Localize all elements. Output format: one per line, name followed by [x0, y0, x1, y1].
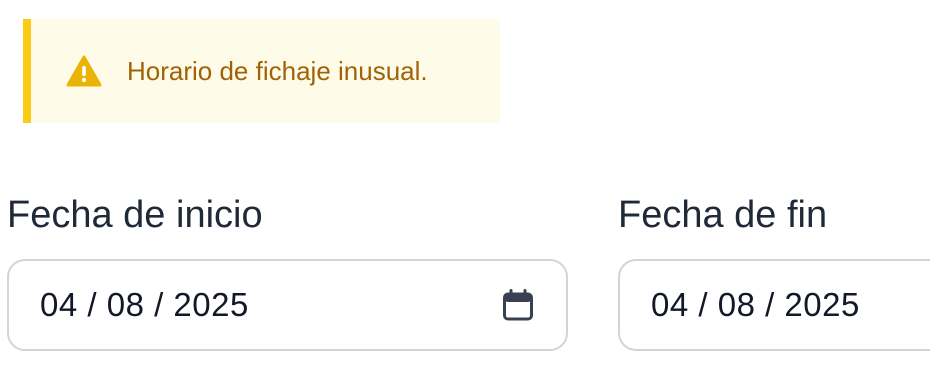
- start-date-label: Fecha de inicio: [7, 194, 263, 236]
- end-date-input[interactable]: 04 / 08 / 2025: [618, 259, 930, 351]
- start-date-value: 04 / 08 / 2025: [40, 286, 249, 323]
- end-date-value: 04 / 08 / 2025: [651, 286, 860, 323]
- warning-triangle-icon: [66, 55, 102, 87]
- unusual-clock-in-warning: Horario de fichaje inusual.: [23, 19, 500, 123]
- calendar-icon[interactable]: [501, 288, 535, 322]
- warning-message: Horario de fichaje inusual.: [127, 56, 428, 86]
- end-date-label: Fecha de fin: [618, 194, 828, 236]
- warning-accent-bar: [23, 19, 31, 123]
- start-date-input[interactable]: 04 / 08 / 2025: [7, 259, 568, 351]
